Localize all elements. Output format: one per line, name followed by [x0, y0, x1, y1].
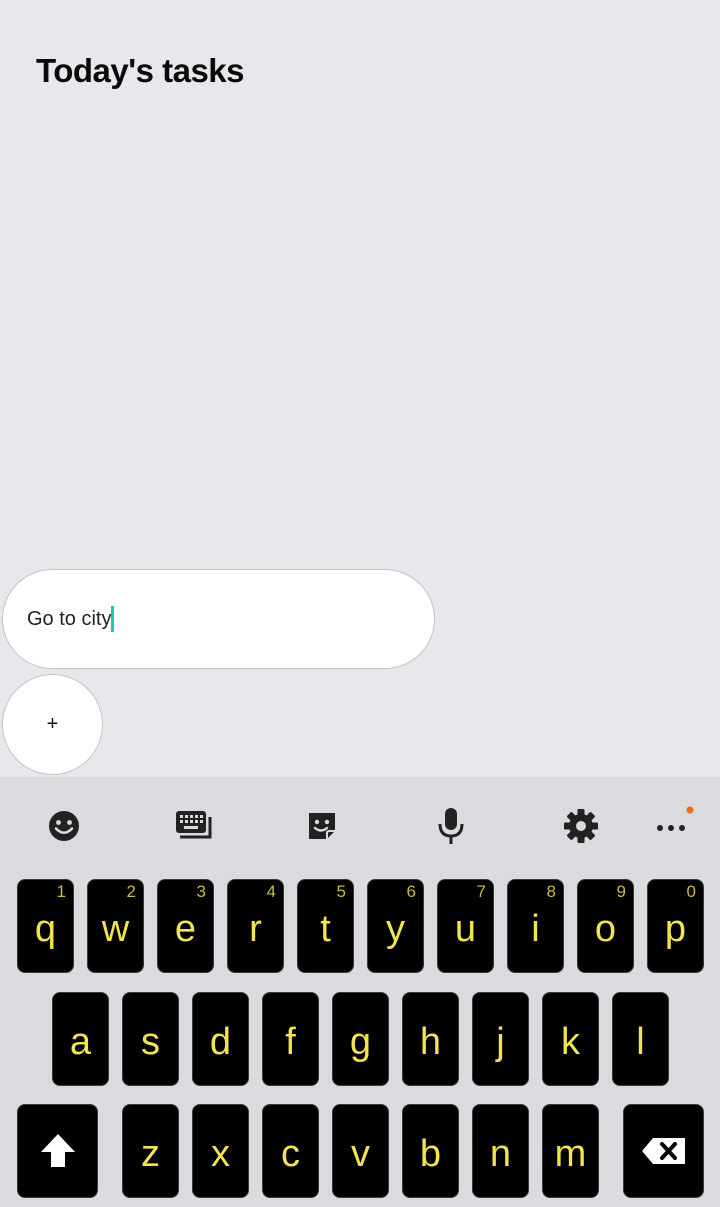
- key-label: s: [141, 1020, 160, 1063]
- settings-icon[interactable]: [561, 806, 601, 846]
- key-label: q: [34, 907, 57, 950]
- key-hint: 1: [56, 882, 66, 901]
- backspace-icon: [641, 1138, 685, 1164]
- key-j[interactable]: j: [472, 992, 529, 1086]
- key-hint: 8: [546, 882, 556, 901]
- key-label: e: [174, 907, 197, 950]
- key-label: n: [489, 1132, 512, 1175]
- more-icon[interactable]: [651, 806, 695, 846]
- key-label: p: [664, 907, 687, 950]
- text-caret: [111, 606, 115, 632]
- key-label: h: [419, 1020, 442, 1063]
- key-f[interactable]: f: [262, 992, 319, 1086]
- key-h[interactable]: h: [402, 992, 459, 1086]
- key-b[interactable]: b: [402, 1104, 459, 1198]
- key-i[interactable]: i8: [507, 879, 564, 973]
- key-e[interactable]: e3: [157, 879, 214, 973]
- key-label: i: [531, 907, 540, 950]
- onscreen-keyboard: q1w2e3r4t5y6u7i8o9p0asdfghjklzxcvbnm: [0, 777, 720, 1207]
- keyboard-toolbar: [0, 777, 720, 875]
- key-t[interactable]: t5: [297, 879, 354, 973]
- key-m[interactable]: m: [542, 1104, 599, 1198]
- add-task-button[interactable]: +: [2, 674, 103, 775]
- key-label: r: [249, 907, 262, 950]
- key-u[interactable]: u7: [437, 879, 494, 973]
- task-input-text: Go to city: [27, 607, 112, 630]
- key-l[interactable]: l: [612, 992, 669, 1086]
- key-v[interactable]: v: [332, 1104, 389, 1198]
- key-label: a: [69, 1020, 92, 1063]
- key-p[interactable]: p0: [647, 879, 704, 973]
- key-label: l: [636, 1020, 645, 1063]
- key-hint: 7: [476, 882, 486, 901]
- shift-icon: [40, 1134, 75, 1167]
- key-hint: 9: [616, 882, 626, 901]
- key-hint: 5: [336, 882, 346, 901]
- key-label: b: [419, 1132, 442, 1175]
- key-x[interactable]: x: [192, 1104, 249, 1198]
- key-label: z: [141, 1132, 160, 1175]
- task-input[interactable]: Go to city: [2, 569, 435, 669]
- key-hint: 2: [126, 882, 136, 901]
- key-label: d: [209, 1020, 232, 1063]
- key-d[interactable]: d: [192, 992, 249, 1086]
- page-title: Today's tasks: [36, 52, 245, 89]
- key-c[interactable]: c: [262, 1104, 319, 1198]
- sticker-icon[interactable]: [302, 806, 342, 846]
- key-label: w: [101, 907, 130, 950]
- keyboard-icon[interactable]: [173, 806, 213, 846]
- microphone-icon[interactable]: [431, 806, 471, 846]
- key-q[interactable]: q1: [17, 879, 74, 973]
- key-label: f: [285, 1020, 296, 1063]
- key-n[interactable]: n: [472, 1104, 529, 1198]
- key-hint: 4: [266, 882, 276, 901]
- key-y[interactable]: y6: [367, 879, 424, 973]
- key-label: m: [554, 1132, 587, 1175]
- key-hint: 0: [686, 882, 696, 901]
- key-hint: 6: [406, 882, 416, 901]
- key-label: j: [496, 1020, 505, 1063]
- shift-key[interactable]: [17, 1104, 98, 1198]
- key-label: x: [211, 1132, 230, 1175]
- key-label: o: [594, 907, 617, 950]
- key-w[interactable]: w2: [87, 879, 144, 973]
- key-label: c: [281, 1132, 300, 1175]
- key-z[interactable]: z: [122, 1104, 179, 1198]
- key-label: v: [351, 1132, 370, 1175]
- backspace-key[interactable]: [623, 1104, 704, 1198]
- task-app: Today's tasks Go to city +: [0, 0, 720, 777]
- key-label: u: [454, 907, 477, 950]
- key-label: y: [386, 907, 405, 950]
- key-g[interactable]: g: [332, 992, 389, 1086]
- key-a[interactable]: a: [52, 992, 109, 1086]
- key-r[interactable]: r4: [227, 879, 284, 973]
- key-o[interactable]: o9: [577, 879, 634, 973]
- key-label: t: [320, 907, 331, 950]
- emoji-icon[interactable]: [44, 806, 84, 846]
- key-label: g: [349, 1020, 372, 1063]
- key-hint: 3: [196, 882, 206, 901]
- key-k[interactable]: k: [542, 992, 599, 1086]
- key-label: k: [561, 1020, 580, 1063]
- key-s[interactable]: s: [122, 992, 179, 1086]
